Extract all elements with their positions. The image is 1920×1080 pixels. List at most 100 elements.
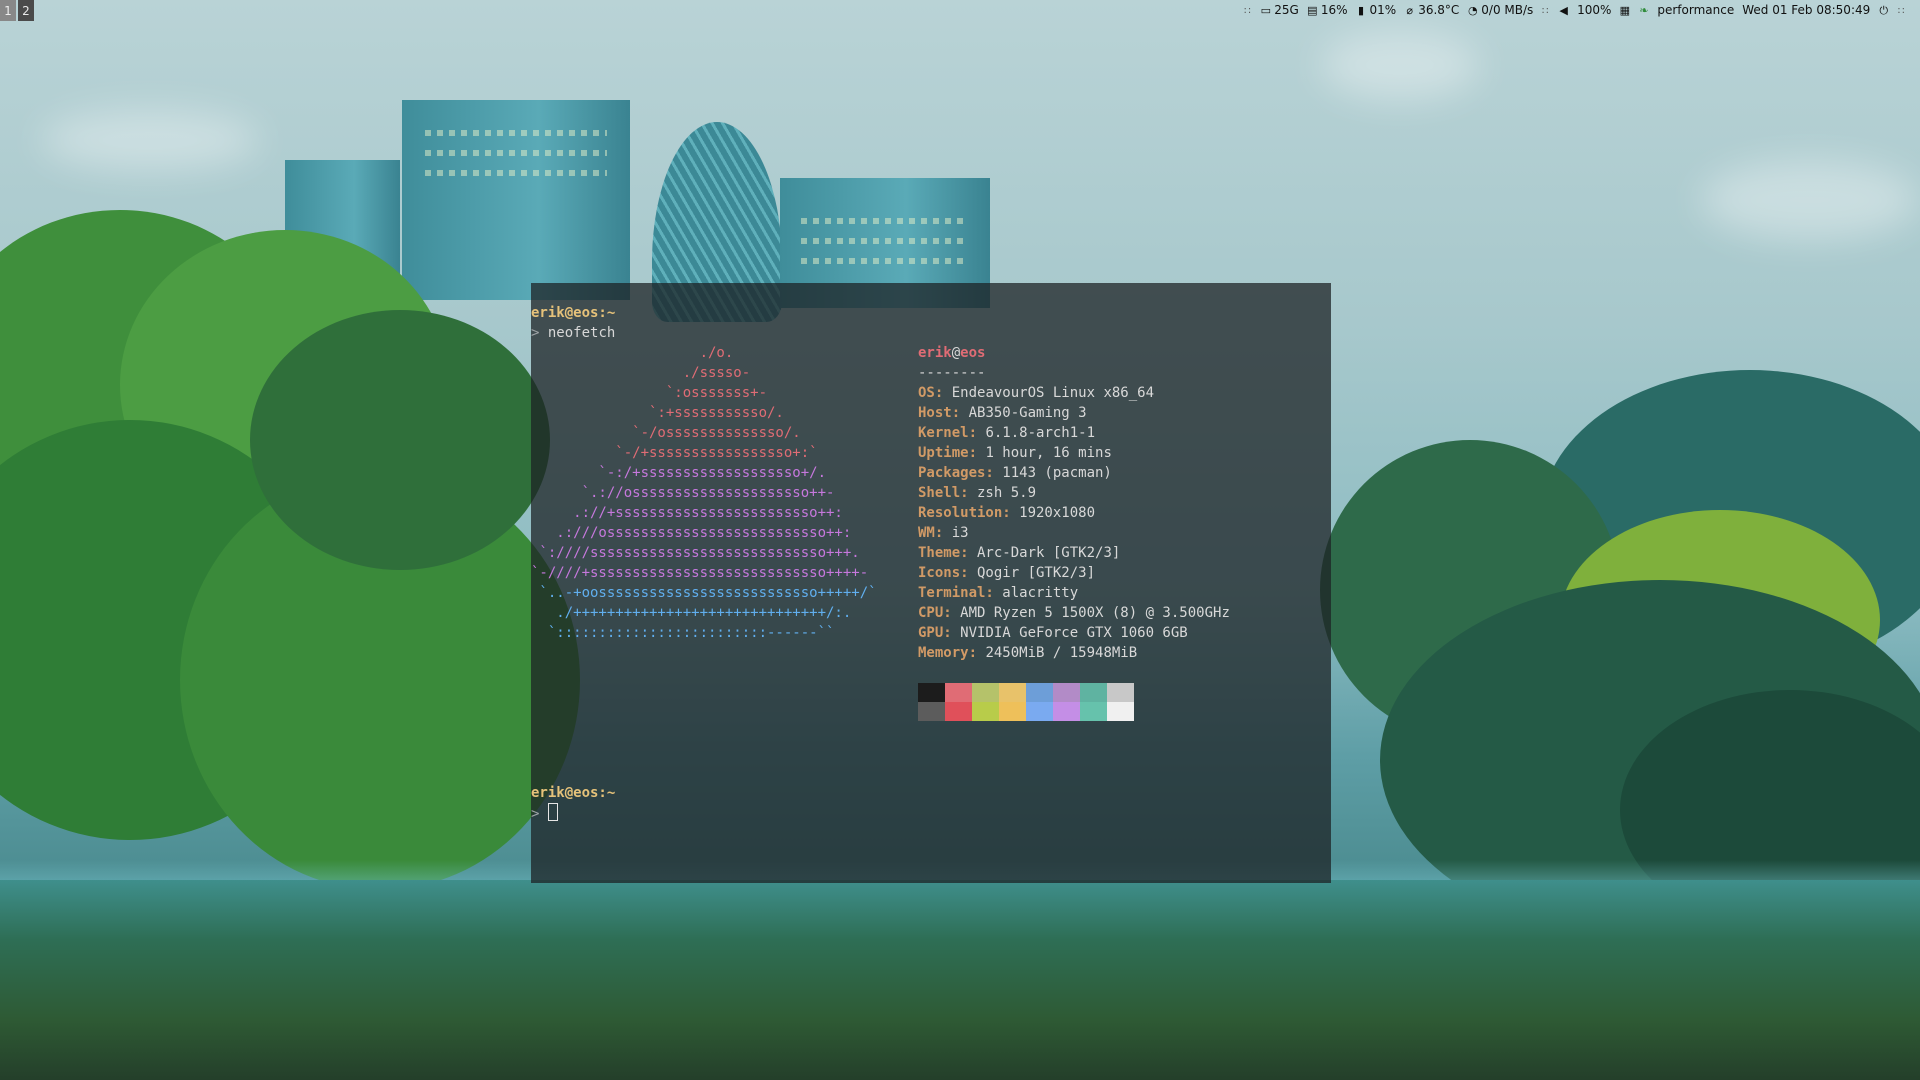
info-value: alacritty: [993, 585, 1079, 601]
logo-line: `:////ssssssssssssssssssssssssssso+++.: [531, 545, 860, 561]
workspace-button-1[interactable]: 1: [0, 0, 16, 21]
text-cursor: [547, 803, 558, 821]
info-value: i3: [943, 525, 969, 541]
info-key: Uptime:: [918, 445, 978, 461]
volume-block[interactable]: ◀: [1558, 5, 1569, 16]
logo-line: `-////+ssssssssssssssssssssssssssso++++-: [531, 565, 869, 581]
status-blocks: :: ▭ 25G ▤ 16% ▮ 01% ⌀ 36.8°C ◔ 0/0 MB/s…: [1244, 3, 1906, 17]
palette-swatch: [1053, 683, 1080, 702]
palette-swatch: [1107, 702, 1134, 721]
prompt-symbol: >: [531, 806, 540, 822]
info-row: WM: i3: [918, 523, 1230, 543]
palette-swatch: [999, 702, 1026, 721]
info-value: Qogir [GTK2/3]: [968, 565, 1096, 581]
info-header: erik@eos: [918, 343, 1230, 363]
info-value: AMD Ryzen 5 1500X (8) @ 3.500GHz: [951, 605, 1230, 621]
prompt-user: erik@eos:~: [531, 785, 616, 801]
memory-block: ▤ 16%: [1307, 3, 1347, 17]
logo-line: `..-+oossssssssssssssssssssssssso+++++/`: [531, 585, 877, 601]
palette-swatch: [1080, 683, 1107, 702]
info-row: Terminal: alacritty: [918, 583, 1230, 603]
logo-line: .://+ssssssssssssssssssssssso++:: [531, 505, 843, 521]
info-row: Packages: 1143 (pacman): [918, 463, 1230, 483]
palette-swatch: [918, 683, 945, 702]
temperature-block: ⌀ 36.8°C: [1404, 3, 1459, 17]
info-value: 1143 (pacman): [993, 465, 1112, 481]
terminal-window[interactable]: erik@eos:~ > neofetch ./o. ./sssso- `:os…: [531, 283, 1331, 883]
prompt-symbol: >: [531, 325, 540, 341]
keyboard-block: ▦: [1619, 5, 1630, 16]
palette-swatch: [945, 683, 972, 702]
color-palette: [918, 683, 1134, 721]
leaf-icon: ❧: [1639, 3, 1649, 17]
info-row: Icons: Qogir [GTK2/3]: [918, 563, 1230, 583]
endeavouros-logo: ./o. ./sssso- `:osssssss+- `:+ssssssssss…: [531, 343, 877, 643]
palette-swatch: [945, 702, 972, 721]
temperature-value: 36.8°C: [1418, 3, 1460, 17]
info-row: Theme: Arc-Dark [GTK2/3]: [918, 543, 1230, 563]
info-key: Terminal:: [918, 585, 994, 601]
logo-line: ./++++++++++++++++++++++++++++++/:.: [531, 605, 852, 621]
info-value: EndeavourOS Linux x86_64: [943, 385, 1155, 401]
cpu-value: 01%: [1369, 3, 1397, 17]
palette-swatch: [918, 702, 945, 721]
governor-value[interactable]: performance: [1657, 3, 1734, 17]
cpu-block: ▮ 01%: [1356, 3, 1397, 17]
info-key: Shell:: [918, 485, 969, 501]
info-key: Kernel:: [918, 425, 978, 441]
info-value: NVIDIA GeForce GTX 1060 6GB: [951, 625, 1188, 641]
thermometer-icon: ⌀: [1406, 3, 1413, 17]
info-row: OS: EndeavourOS Linux x86_64: [918, 383, 1230, 403]
keyboard-icon: ▦: [1619, 3, 1631, 17]
logo-line: `.://osssssssssssssssssssso++-: [531, 485, 835, 501]
logo-line: `:osssssss+-: [531, 385, 768, 401]
prompt-line: erik@eos:~: [531, 783, 615, 803]
palette-swatch: [999, 683, 1026, 702]
info-value: 1920x1080: [1010, 505, 1096, 521]
info-key: Theme:: [918, 545, 969, 561]
power-icon[interactable]: ⏻: [1878, 5, 1889, 16]
logo-line: `:+sssssssssso/.: [531, 405, 784, 421]
header-host: eos: [960, 345, 986, 361]
volume-value[interactable]: 100%: [1577, 3, 1611, 17]
governor-block[interactable]: ❧: [1638, 5, 1649, 16]
info-value: 2450MiB / 15948MiB: [977, 645, 1138, 661]
logo-line: `-:/+sssssssssssssssssso+/.: [531, 465, 827, 481]
palette-swatch: [1053, 702, 1080, 721]
info-key: Icons:: [918, 565, 969, 581]
info-value: AB350-Gaming 3: [960, 405, 1087, 421]
logo-line: `:::::::::::::::::::::::::------``: [531, 625, 835, 641]
logo-line: `-/ossssssssssssso/.: [531, 425, 801, 441]
separator: ::: [1541, 4, 1551, 16]
info-key: Host:: [918, 405, 961, 421]
info-key: GPU:: [918, 625, 952, 641]
separator: ::: [1243, 4, 1253, 16]
logo-line: ./o.: [531, 345, 734, 361]
lake: [0, 880, 1920, 1080]
info-value: 6.1.8-arch1-1: [977, 425, 1096, 441]
header-user: erik: [918, 345, 952, 361]
info-divider: --------: [918, 365, 986, 381]
palette-swatch: [1026, 702, 1053, 721]
skyscraper: [402, 100, 630, 300]
info-key: OS:: [918, 385, 944, 401]
workspace-button-2[interactable]: 2: [18, 0, 34, 21]
datetime: Wed 01 Feb 08:50:49: [1742, 3, 1871, 17]
input-line[interactable]: >: [531, 803, 558, 824]
palette-swatch: [1080, 702, 1107, 721]
info-key: Memory:: [918, 645, 978, 661]
i3-status-bar: 1 2 :: ▭ 25G ▤ 16% ▮ 01% ⌀ 36.8°C ◔ 0/0 …: [0, 0, 1920, 24]
info-key: CPU:: [918, 605, 952, 621]
info-row: GPU: NVIDIA GeForce GTX 1060 6GB: [918, 623, 1230, 643]
info-key: WM:: [918, 525, 944, 541]
command-line: > neofetch: [531, 323, 615, 343]
palette-swatch: [972, 683, 999, 702]
logo-line: .:///ossssssssssssssssssssssssso++:: [531, 525, 852, 541]
logo-line: `-/+sssssssssssssssso+:`: [531, 445, 818, 461]
system-info: erik@eos -------- OS: EndeavourOS Linux …: [918, 343, 1230, 663]
network-value: 0/0 MB/s: [1481, 3, 1534, 17]
info-key: Resolution:: [918, 505, 1011, 521]
info-row: Resolution: 1920x1080: [918, 503, 1230, 523]
cpu-icon: ▮: [1357, 3, 1365, 17]
command-text: neofetch: [547, 325, 616, 341]
